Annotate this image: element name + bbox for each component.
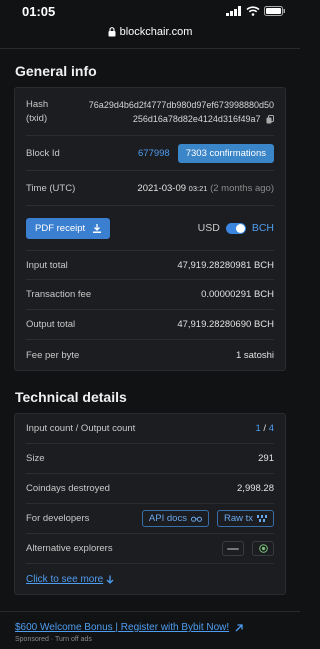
block-id-link[interactable]: 677998 xyxy=(138,148,170,159)
hash-value-line1[interactable]: 76a29d4b6d2f4777db980d97ef673998880d50 xyxy=(89,98,274,112)
btc-badge-icon[interactable] xyxy=(222,541,244,556)
fee-per-byte-label: Fee per byte xyxy=(26,349,80,361)
fee-label: Transaction fee xyxy=(26,289,92,300)
txid-label: (txid) xyxy=(26,112,48,124)
time-clock: 03:21 xyxy=(188,183,208,193)
general-info-title: General info xyxy=(15,63,97,79)
lock-icon xyxy=(108,27,116,37)
io-count-row: Input count / Output count 1 / 4 xyxy=(26,414,274,444)
external-arrow-icon xyxy=(235,623,243,631)
url-text: blockchair.com xyxy=(119,26,193,38)
fee-unit: BCH xyxy=(253,289,274,300)
currency-bch-label: BCH xyxy=(251,222,274,234)
explorer-badge-icon[interactable] xyxy=(252,541,274,556)
coindays-label: Coindays destroyed xyxy=(26,483,110,494)
signal-icon xyxy=(226,6,241,16)
download-icon xyxy=(93,223,102,233)
fee-per-byte-value: 1 satoshi xyxy=(235,349,274,361)
arrow-down-icon xyxy=(106,575,114,584)
binary-icon xyxy=(257,515,267,522)
status-time: 01:05 xyxy=(22,3,56,19)
input-total-unit: BCH xyxy=(253,259,274,271)
status-bar: 01:05 xyxy=(0,0,300,22)
pdf-row: PDF receipt USD BCH xyxy=(26,206,274,250)
footer-divider xyxy=(0,611,300,612)
technical-details-panel: Input count / Output count 1 / 4 Size 29… xyxy=(14,413,286,595)
bonus-ad-link[interactable]: $600 Welcome Bonus | Register with Bybit… xyxy=(15,622,300,633)
hash-value-line2[interactable]: 256d16a78d82e4124d316f49a7 xyxy=(133,114,261,124)
raw-tx-button[interactable]: Raw tx xyxy=(216,510,274,527)
output-total-unit: BCH xyxy=(253,319,274,330)
size-label: Size xyxy=(26,453,45,464)
output-total-row: Output total 47,919.28280690 BCH xyxy=(26,310,274,340)
io-count-label: Input count / Output count xyxy=(26,423,136,434)
input-total-row: Input total 47,919.28280981 BCH xyxy=(26,250,274,280)
coindays-row: Coindays destroyed 2,998.28 xyxy=(26,474,274,504)
api-docs-button[interactable]: API docs xyxy=(141,510,209,527)
output-total-label: Output total xyxy=(26,319,76,330)
currency-usd-label: USD xyxy=(197,222,220,234)
fee-per-byte-row: Fee per byte 1 satoshi xyxy=(26,340,274,370)
output-count-link[interactable]: 4 xyxy=(269,423,274,434)
wifi-icon xyxy=(246,6,260,16)
general-info-panel: Hash (txid) 76a29d4b6d2f4777db980d97ef67… xyxy=(14,87,286,371)
battery-icon xyxy=(264,6,285,16)
glasses-icon xyxy=(190,516,202,522)
developers-label: For developers xyxy=(26,513,90,524)
technical-details-title: Technical details xyxy=(15,389,127,405)
confirmations-badge: 7303 confirmations xyxy=(177,143,274,163)
fee-row: Transaction fee 0.00000291 BCH xyxy=(26,280,274,310)
hash-row: Hash (txid) 76a29d4b6d2f4777db980d97ef67… xyxy=(26,88,274,136)
copy-icon[interactable] xyxy=(266,114,274,124)
alt-explorers-label: Alternative explorers xyxy=(26,543,113,554)
currency-toggle[interactable] xyxy=(225,222,246,234)
time-row: Time (UTC) 2021-03-09 03:21 (2 months ag… xyxy=(26,171,274,206)
pdf-receipt-button[interactable]: PDF receipt xyxy=(26,217,111,239)
input-total-label: Input total xyxy=(26,259,68,271)
header-divider xyxy=(0,48,300,49)
alt-explorers-row: Alternative explorers xyxy=(26,534,274,564)
block-label: Block Id xyxy=(26,147,60,159)
see-more-link[interactable]: Click to see more xyxy=(26,564,274,594)
size-value: 291 xyxy=(258,453,274,464)
block-row: Block Id 677998 7303 confirmations xyxy=(26,136,274,171)
sponsored-note[interactable]: Sponsored · Turn off ads xyxy=(15,636,300,643)
time-ago: (2 months ago) xyxy=(210,182,274,194)
currency-toggle-group: USD BCH xyxy=(198,222,274,234)
address-bar[interactable]: blockchair.com xyxy=(0,22,300,42)
hash-label: Hash xyxy=(26,98,49,110)
developers-row: For developers API docs Raw tx xyxy=(26,504,274,534)
status-icons xyxy=(226,6,286,16)
time-date: 2021-03-09 xyxy=(137,182,187,194)
coindays-value: 2,998.28 xyxy=(237,483,274,494)
size-row: Size 291 xyxy=(26,444,274,474)
time-label: Time (UTC) xyxy=(26,182,76,194)
input-count-link[interactable]: 1 xyxy=(255,423,260,434)
